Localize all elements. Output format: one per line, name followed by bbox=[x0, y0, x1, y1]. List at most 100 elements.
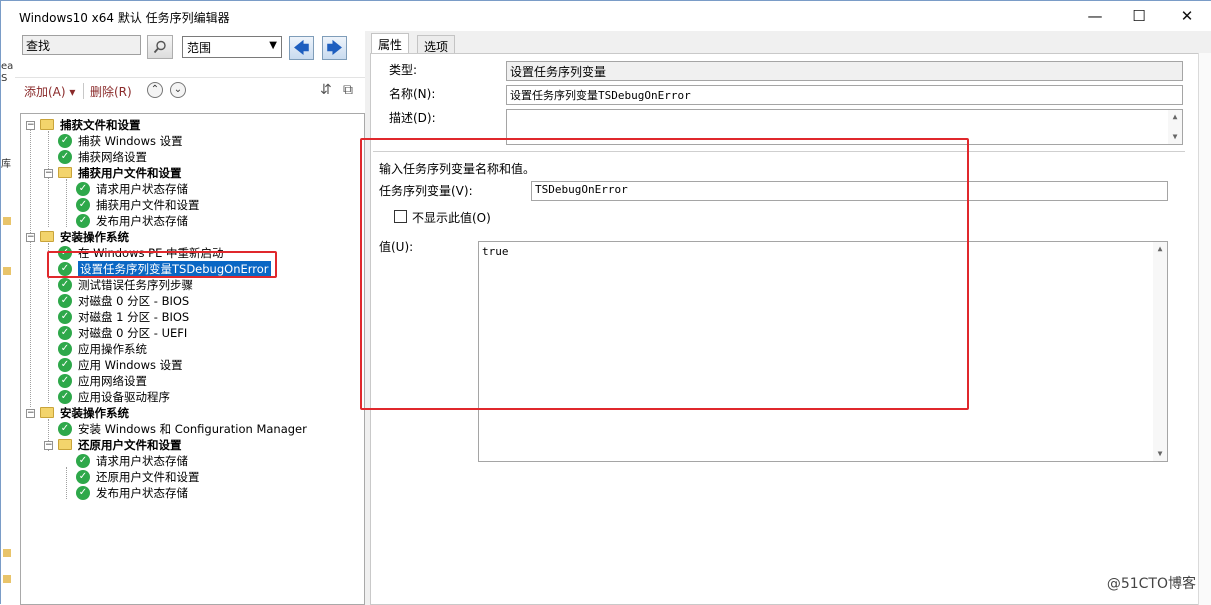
folder-icon bbox=[58, 439, 72, 450]
check-icon: ✓ bbox=[58, 278, 72, 292]
value-scrollbar[interactable]: ▲ ▼ bbox=[1153, 242, 1167, 461]
panel-scrollbar[interactable] bbox=[1198, 53, 1211, 605]
edge-folder-icon bbox=[3, 549, 11, 557]
close-button[interactable]: ✕ bbox=[1164, 1, 1210, 31]
tree-item-label: 请求用户状态存储 bbox=[96, 182, 188, 196]
tree-item-label: 应用 Windows 设置 bbox=[78, 358, 183, 372]
check-icon: ✓ bbox=[58, 390, 72, 404]
next-match-button[interactable]: 🡆 bbox=[322, 36, 347, 60]
tree-guide-line bbox=[30, 124, 31, 407]
tree-item-label: 捕获用户文件和设置 bbox=[78, 166, 182, 180]
tree-item-label: 安装操作系统 bbox=[60, 230, 129, 244]
tree-item-label: 发布用户状态存储 bbox=[96, 214, 188, 228]
window-title: Windows10 x64 默认 任务序列编辑器 bbox=[19, 11, 230, 25]
scroll-down-icon[interactable]: ▼ bbox=[1153, 447, 1167, 461]
scope-value: 范围 bbox=[187, 41, 212, 55]
properties-tab-content: 类型: 设置任务序列变量 名称(N): 设置任务序列变量TSDebugOnErr… bbox=[360, 53, 1207, 605]
maximize-button[interactable]: ☐ bbox=[1116, 1, 1162, 31]
collapse-toggle-icon[interactable]: − bbox=[44, 169, 53, 178]
collapse-toggle-icon[interactable]: − bbox=[26, 409, 35, 418]
tree-item-label: 应用设备驱动程序 bbox=[78, 390, 170, 404]
tree-item-label: 捕获网络设置 bbox=[78, 150, 147, 164]
tree-item-label: 对磁盘 0 分区 - UEFI bbox=[78, 326, 188, 340]
tree-guide-line bbox=[48, 131, 49, 227]
tree-guide-line bbox=[66, 467, 67, 499]
description-scrollbar[interactable]: ▲ ▼ bbox=[1168, 110, 1182, 144]
chevron-down-icon: ⌄ bbox=[173, 84, 183, 95]
edge-folder-icon bbox=[3, 575, 11, 583]
tree-item-label: 对磁盘 1 分区 - BIOS bbox=[78, 310, 190, 324]
chevron-down-icon: ▼ bbox=[269, 40, 277, 51]
search-input[interactable]: 查找 bbox=[22, 35, 141, 55]
check-icon: ✓ bbox=[58, 342, 72, 356]
edge-text-fragment: S bbox=[1, 73, 8, 84]
magnifier-icon bbox=[153, 40, 166, 54]
arrow-left-icon: 🡄 bbox=[293, 39, 310, 57]
scroll-down-icon[interactable]: ▼ bbox=[1168, 130, 1182, 144]
delete-button[interactable]: 删除(R) bbox=[90, 83, 132, 100]
tree-item-label: 还原用户文件和设置 bbox=[78, 438, 182, 452]
sequence-tree-panel: 查找 范围 ▼ 🡄 🡆 添加(A) ▾ 删除(R) ⌃ ⌄ ⇵ ⧉ − 捕获文件… bbox=[15, 31, 365, 605]
scope-dropdown[interactable]: 范围 ▼ bbox=[182, 36, 282, 58]
scroll-up-icon[interactable]: ▲ bbox=[1168, 110, 1182, 124]
step-properties-panel: 属性 选项 类型: 设置任务序列变量 名称(N): 设置任务序列变量TSDebu… bbox=[360, 31, 1211, 605]
check-icon: ✓ bbox=[58, 310, 72, 324]
collapse-toggle-icon[interactable]: − bbox=[26, 233, 35, 242]
folder-icon bbox=[40, 231, 54, 242]
collapse-toggle-icon[interactable]: − bbox=[26, 121, 35, 130]
search-button[interactable] bbox=[147, 35, 173, 59]
add-menu-button[interactable]: 添加(A) ▾ bbox=[24, 83, 75, 100]
tree-item-label: 应用网络设置 bbox=[78, 374, 147, 388]
type-label: 类型: bbox=[389, 63, 418, 77]
tree-item-label: 还原用户文件和设置 bbox=[96, 470, 200, 484]
check-icon: ✓ bbox=[76, 198, 90, 212]
task-sequence-tree: − 捕获文件和设置 ✓ 捕获 Windows 设置 ✓ 捕获网络设置 − 捕获用户文件和设置 ✓… bbox=[20, 113, 365, 605]
tree-item-label: 捕获用户文件和设置 bbox=[96, 198, 200, 212]
tree-item-label: 安装 Windows 和 Configuration Manager bbox=[78, 422, 307, 436]
check-icon: ✓ bbox=[76, 454, 90, 468]
scroll-up-icon[interactable]: ▲ bbox=[1153, 242, 1167, 256]
folder-icon bbox=[40, 407, 54, 418]
tree-item-label: 捕获文件和设置 bbox=[60, 118, 141, 132]
folder-icon bbox=[40, 119, 54, 130]
check-icon: ✓ bbox=[76, 182, 90, 196]
tree-item-label: 测试错误任务序列步骤 bbox=[78, 278, 193, 292]
check-icon: ✓ bbox=[58, 358, 72, 372]
check-icon: ✓ bbox=[58, 134, 72, 148]
title-bar: Windows10 x64 默认 任务序列编辑器 — ☐ ✕ bbox=[1, 1, 1211, 31]
task-sequence-editor-window: Windows10 x64 默认 任务序列编辑器 — ☐ ✕ ea S 库 查找… bbox=[0, 0, 1211, 605]
collapse-toggle-icon[interactable]: − bbox=[44, 441, 53, 450]
move-up-button[interactable]: ⌃ bbox=[147, 82, 163, 98]
type-field: 设置任务序列变量 bbox=[506, 61, 1183, 81]
tree-item-label: 请求用户状态存储 bbox=[96, 454, 188, 468]
tab-properties[interactable]: 属性 bbox=[371, 33, 410, 53]
tree-item-label: 发布用户状态存储 bbox=[96, 486, 188, 500]
previous-match-button[interactable]: 🡄 bbox=[289, 36, 314, 60]
check-icon: ✓ bbox=[58, 150, 72, 164]
tree-item-label: 安装操作系统 bbox=[60, 406, 129, 420]
name-label: 名称(N): bbox=[389, 87, 436, 101]
edge-text-fragment: ea bbox=[1, 61, 14, 72]
tree-item-label: 捕获 Windows 设置 bbox=[78, 134, 183, 148]
chevron-up-icon: ⌃ bbox=[150, 84, 160, 95]
annotation-highlight-box bbox=[47, 251, 277, 278]
toolbar-divider bbox=[15, 77, 365, 78]
check-icon: ✓ bbox=[58, 374, 72, 388]
arrow-right-icon: 🡆 bbox=[326, 39, 343, 57]
tree-guide-line bbox=[66, 179, 67, 227]
edge-folder-icon bbox=[3, 267, 11, 275]
properties-icon[interactable]: ⧉ bbox=[343, 82, 353, 98]
tree-item-label: 应用操作系统 bbox=[78, 342, 147, 356]
minimize-button[interactable]: — bbox=[1072, 1, 1118, 31]
check-icon: ✓ bbox=[58, 326, 72, 340]
move-down-button[interactable]: ⌄ bbox=[170, 82, 186, 98]
watermark-text: @51CTO博客 bbox=[1106, 576, 1196, 592]
tab-options[interactable]: 选项 bbox=[417, 35, 456, 55]
tree-item-label: 对磁盘 0 分区 - BIOS bbox=[78, 294, 190, 308]
name-field[interactable]: 设置任务序列变量TSDebugOnError bbox=[506, 85, 1183, 105]
group-icon[interactable]: ⇵ bbox=[320, 82, 332, 98]
folder-icon bbox=[58, 167, 72, 178]
edge-folder-icon bbox=[3, 217, 11, 225]
check-icon: ✓ bbox=[76, 470, 90, 484]
background-window-edge: ea S 库 bbox=[1, 31, 15, 605]
